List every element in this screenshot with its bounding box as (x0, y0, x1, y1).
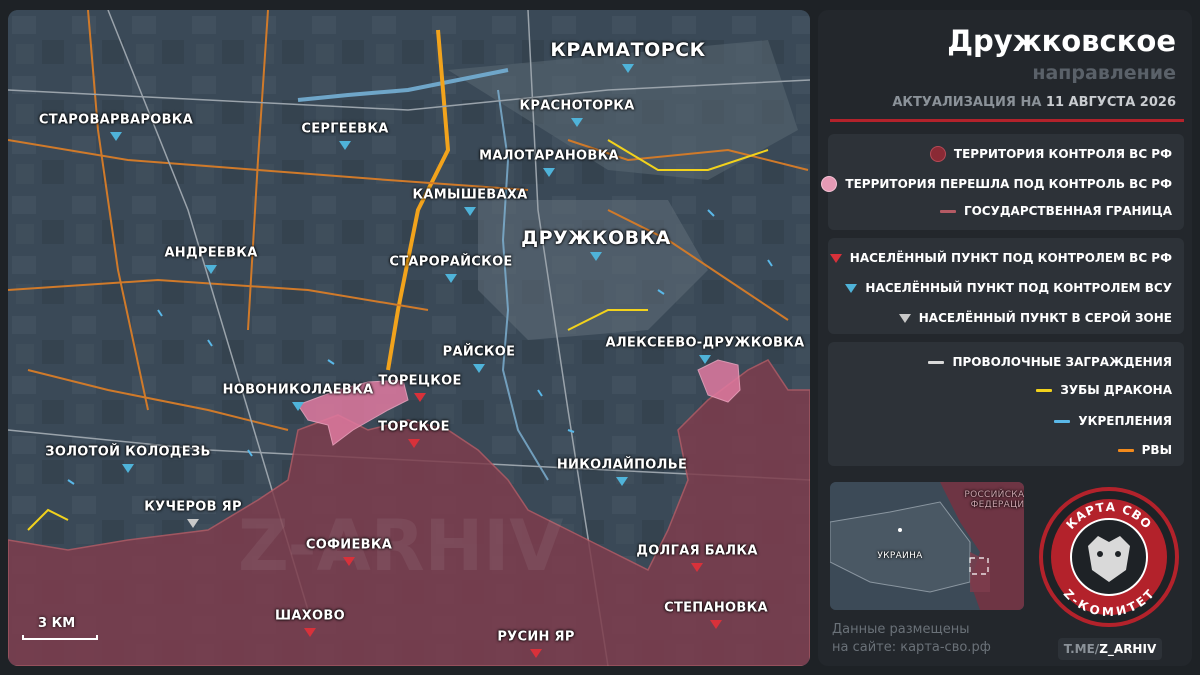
legend-lines: ПРОВОЛОЧНЫЕ ЗАГРАЖДЕНИЯ ЗУБЫ ДРАКОНА УКР… (828, 342, 1184, 466)
border-line-icon (939, 209, 956, 213)
town-marker-icon (205, 265, 217, 274)
tg-handle: Z_ARHIV (1099, 642, 1157, 656)
town-marker-icon (122, 464, 134, 473)
legend-label: ТЕРРИТОРИЯ ПЕРЕШЛА ПОД КОНТРОЛЬ ВС РФ (845, 177, 1172, 191)
map-area: Z-ARHIV КРАМАТОРСК ДРУЖКОВКА СТАРОВАРВАРОВ… (8, 10, 810, 666)
svg-text:Z-ARHIV: Z-ARHIV (238, 505, 563, 587)
town-marker-icon (622, 64, 634, 73)
gray-point-icon (898, 313, 911, 323)
legend-label: ТЕРРИТОРИЯ КОНТРОЛЯ ВС РФ (953, 147, 1172, 161)
town-label: КРАМАТОРСК (550, 39, 706, 61)
legend-item: НАСЕЛЁННЫЙ ПУНКТ ПОД КОНТРОЛЕМ ВС РФ (829, 251, 1172, 265)
ditch-icon (1117, 448, 1134, 452)
site-line-2[interactable]: на сайте: карта-сво.рф (832, 640, 991, 655)
town-marker-icon (571, 118, 583, 127)
town-label: КУЧЕРОВ ЯР (144, 499, 242, 515)
legend-label: РВЫ (1141, 443, 1172, 457)
legend-label: УКРЕПЛЕНИЯ (1078, 414, 1172, 428)
legend-item: ТЕРРИТОРИЯ КОНТРОЛЯ ВС РФ (929, 146, 1172, 162)
town-label: ДОЛГАЯ БАЛКА (636, 543, 758, 559)
legend-item: ТЕРРИТОРИЯ ПЕРЕШЛА ПОД КОНТРОЛЬ ВС РФ (821, 176, 1172, 192)
legend-item: ПРОВОЛОЧНЫЕ ЗАГРАЖДЕНИЯ (928, 355, 1172, 369)
town-marker-icon (530, 649, 542, 658)
legend-points: НАСЕЛЁННЫЙ ПУНКТ ПОД КОНТРОЛЕМ ВС РФ НАС… (828, 238, 1184, 334)
town-label: СЕРГЕЕВКА (301, 121, 389, 137)
town-marker-icon (464, 207, 476, 216)
telegram-link[interactable]: T.ME/Z_ARHIV (1058, 638, 1162, 660)
map-title: Дружковское (947, 24, 1176, 58)
town-marker-icon (292, 402, 304, 411)
legend-item: ЗУБЫ ДРАКОНА (1036, 383, 1172, 397)
town-label: РАЙСКОЕ (442, 344, 516, 360)
town-label: ДРУЖКОВКА (521, 227, 671, 249)
legend-item: УКРЕПЛЕНИЯ (1054, 414, 1172, 428)
town-marker-icon (710, 620, 722, 629)
town-label: ЗОЛОТОЙ КОЛОДЕЗЬ (45, 444, 211, 460)
site-line-1: Данные размещены (832, 622, 970, 637)
inset-ukraine-label: УКРАИНА (877, 551, 923, 561)
town-label: СТЕПАНОВКА (664, 600, 768, 616)
town-marker-icon (187, 519, 199, 528)
town-marker-icon (343, 557, 355, 566)
town-label: ТОРЕЦКОЕ (378, 373, 462, 389)
town-marker-icon (543, 168, 555, 177)
map-subtitle: направление (1032, 62, 1176, 84)
fortification-icon (1054, 419, 1071, 423)
overview-map: РОССИЙСКАЯ ФЕДЕРАЦИЯ УКРАИНА (830, 482, 1024, 610)
ru-point-icon (829, 253, 842, 263)
town-label: СОФИЕВКА (305, 537, 393, 553)
town-marker-icon (408, 439, 420, 448)
legend-item: РВЫ (1117, 443, 1172, 457)
town-label: МАЛОТАРАНОВКА (479, 148, 619, 164)
legend-label: НАСЕЛЁННЫЙ ПУНКТ ПОД КОНТРОЛЕМ ВС РФ (849, 251, 1172, 265)
legend-label: НАСЕЛЁННЫЙ ПУНКТ В СЕРОЙ ЗОНЕ (918, 311, 1172, 325)
town-marker-icon (304, 628, 316, 637)
town-marker-icon (616, 477, 628, 486)
legend-panel: Дружковское направление АКТУАЛИЗАЦИЯ НА … (818, 10, 1192, 666)
legend-label: ПРОВОЛОЧНЫЕ ЗАГРАЖДЕНИЯ (952, 355, 1172, 369)
update-value: 11 АВГУСТА 2026 (1045, 95, 1176, 110)
wire-line-icon (928, 360, 945, 364)
town-label: КРАСНОТОРКА (519, 98, 635, 114)
town-marker-icon (445, 274, 457, 283)
scale-bar: 3 КМ (22, 616, 98, 640)
legend-label: ЗУБЫ ДРАКОНА (1060, 383, 1172, 397)
town-label: АНДРЕЕВКА (164, 245, 258, 261)
scale-label: 3 КМ (38, 616, 76, 631)
dragon-teeth-icon (1036, 388, 1053, 392)
legend-label: НАСЕЛЁННЫЙ ПУНКТ ПОД КОНТРОЛЕМ ВСУ (865, 281, 1172, 295)
new-territory-icon (821, 176, 838, 192)
ru-territory-icon (929, 146, 946, 162)
town-label: НИКОЛАЙПОЛЬЕ (556, 457, 688, 473)
legend-item: НАСЕЛЁННЫЙ ПУНКТ В СЕРОЙ ЗОНЕ (898, 311, 1172, 325)
town-label: РУСИН ЯР (497, 629, 575, 645)
legend-item: ГОСУДАРСТВЕННАЯ ГРАНИЦА (939, 204, 1172, 218)
town-marker-icon (110, 132, 122, 141)
town-marker-icon (691, 563, 703, 572)
town-label: АЛЕКСЕЕВО-ДРУЖКОВКА (605, 335, 805, 351)
tg-prefix: T.ME/ (1063, 642, 1100, 656)
town-label: ТОРСКОЕ (378, 419, 450, 435)
legend-territory: ТЕРРИТОРИЯ КОНТРОЛЯ ВС РФ ТЕРРИТОРИЯ ПЕР… (821, 134, 1184, 230)
town-marker-icon (339, 141, 351, 150)
town-marker-icon (473, 364, 485, 373)
legend-item: НАСЕЛЁННЫЙ ПУНКТ ПОД КОНТРОЛЕМ ВСУ (845, 281, 1172, 295)
ua-point-icon (845, 283, 858, 293)
town-label: КАМЫШЕВАХА (412, 187, 528, 203)
town-marker-icon (590, 252, 602, 261)
inset-russia-label: РОССИЙСКАЯ ФЕДЕРАЦИЯ (964, 490, 1024, 510)
legend-label: ГОСУДАРСТВЕННАЯ ГРАНИЦА (963, 204, 1172, 218)
town-marker-icon (414, 393, 426, 402)
logo-emblem: КАРТА СВО Z-КОМИТЕТ (1039, 487, 1179, 627)
update-date: АКТУАЛИЗАЦИЯ НА 11 АВГУСТА 2026 (892, 95, 1176, 110)
town-label: СТАРОРАЙСКОЕ (389, 254, 513, 270)
town-label: НОВОНИКОЛАЕВКА (222, 382, 374, 398)
divider (830, 119, 1184, 122)
town-label: ШАХОВО (275, 608, 345, 624)
update-prefix: АКТУАЛИЗАЦИЯ НА (892, 95, 1042, 110)
town-marker-icon (699, 355, 711, 364)
town-label: СТАРОВАРВАРОВКА (38, 112, 194, 128)
